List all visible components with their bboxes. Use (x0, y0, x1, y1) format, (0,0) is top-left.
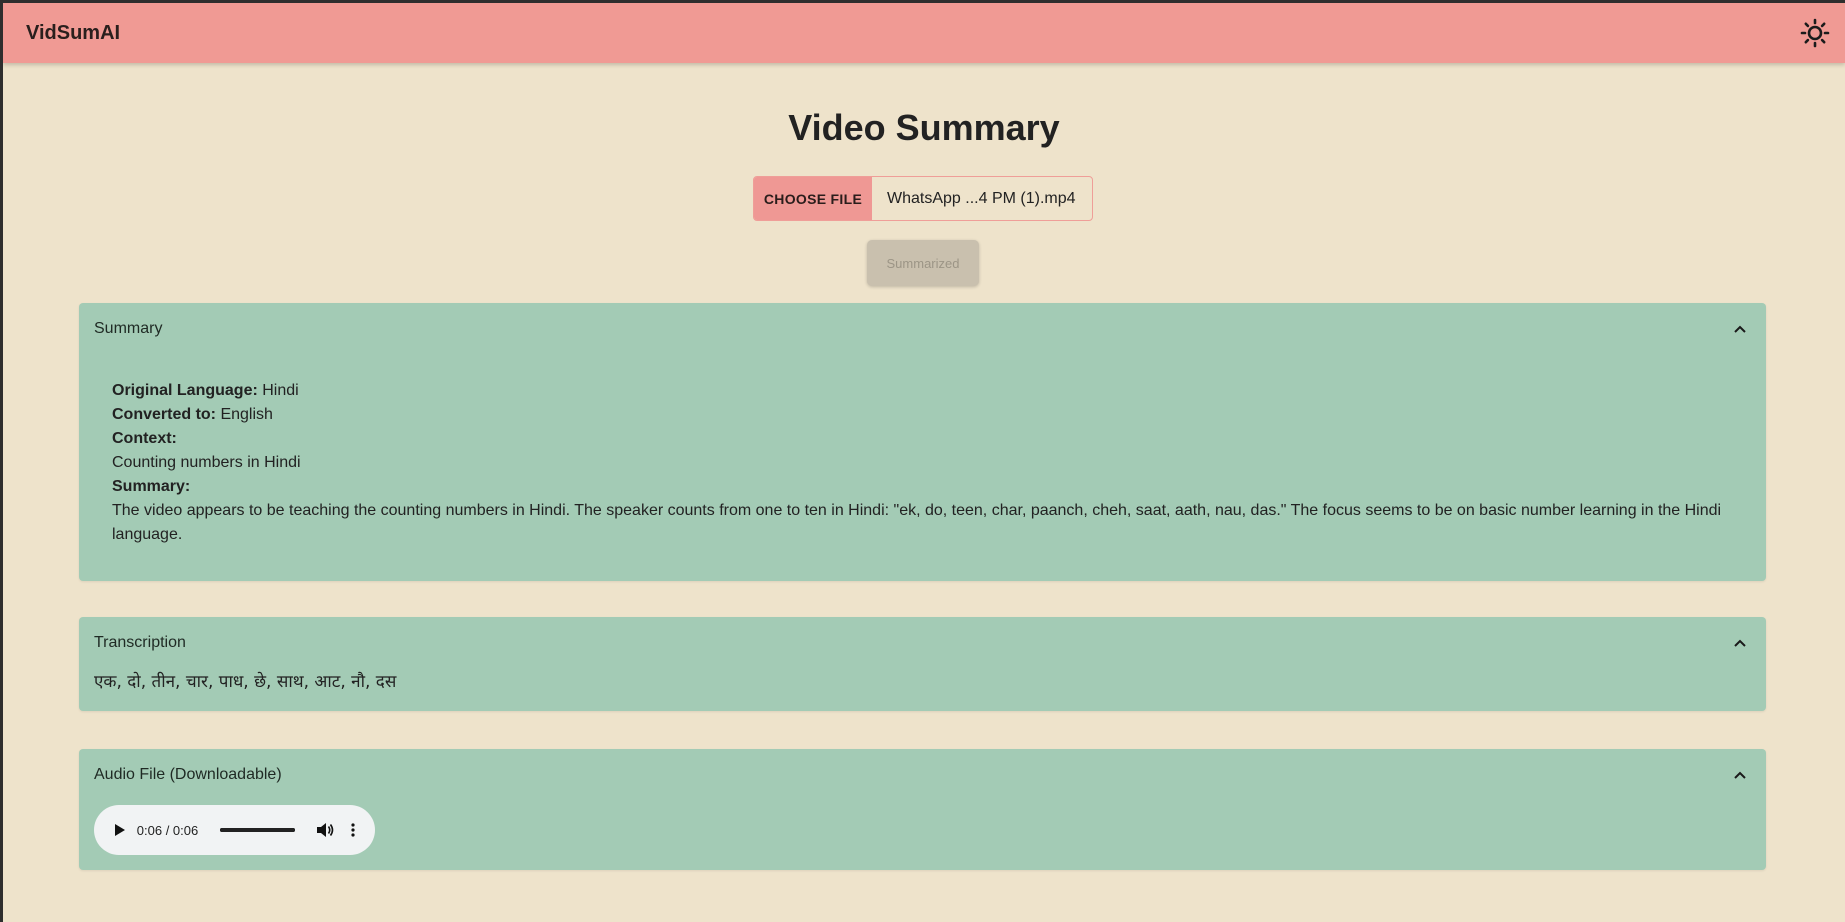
converted-to-value: English (220, 406, 273, 423)
audio-panel-title: Audio File (Downloadable) (94, 766, 282, 783)
transcription-panel-header[interactable]: Transcription (79, 617, 1766, 669)
audio-progress-fill (220, 828, 296, 832)
context-value: Counting numbers in Hindi (112, 454, 301, 471)
audio-player[interactable]: 0:06 / 0:06 (94, 805, 375, 855)
page-title: Video Summary (788, 107, 1060, 148)
summary-panel-title: Summary (94, 320, 163, 337)
summary-panel-header[interactable]: Summary (79, 303, 1766, 355)
summary-panel: Summary Original Language: Hindi Convert… (79, 303, 1766, 581)
audio-panel-header[interactable]: Audio File (Downloadable) (79, 749, 1766, 801)
play-icon[interactable] (110, 820, 130, 840)
summary-label: Summary: (112, 478, 191, 495)
converted-to-row: Converted to: English (112, 403, 1732, 427)
app-brand[interactable]: VidSumAI (26, 22, 120, 45)
context-label: Context: (112, 430, 177, 447)
more-options-icon[interactable] (345, 820, 361, 840)
original-language-label: Original Language: (112, 382, 258, 399)
converted-to-label: Converted to: (112, 406, 216, 423)
transcription-panel-title: Transcription (94, 634, 186, 651)
audio-progress-bar[interactable] (220, 828, 296, 832)
app-bar: VidSumAI (3, 3, 1845, 63)
transcription-panel: Transcription एक, दो, तीन, चार, पाध, छे,… (79, 617, 1766, 711)
chevron-up-icon[interactable] (1728, 763, 1752, 787)
file-picker[interactable]: CHOOSE FILE WhatsApp ...4 PM (1).mp4 (753, 176, 1093, 221)
original-language-value: Hindi (262, 382, 299, 399)
summary-text: The video appears to be teaching the cou… (112, 502, 1722, 543)
volume-icon[interactable] (315, 820, 335, 840)
original-language-row: Original Language: Hindi (112, 379, 1732, 403)
transcription-text: एक, दो, तीन, चार, पाध, छे, साथ, आट, नौ, … (94, 672, 397, 692)
chevron-up-icon[interactable] (1728, 317, 1752, 341)
summarize-button[interactable]: Summarized (867, 240, 979, 286)
app-window: VidSumAI Video Summary CHOOSE FILE Whats… (3, 3, 1845, 922)
chevron-up-icon[interactable] (1728, 631, 1752, 655)
theme-toggle-button[interactable] (1795, 13, 1835, 53)
selected-file-name: WhatsApp ...4 PM (1).mp4 (887, 189, 1076, 207)
audio-panel: Audio File (Downloadable) 0:06 / 0:06 (79, 749, 1766, 870)
choose-file-button[interactable]: CHOOSE FILE (754, 177, 872, 220)
audio-time: 0:06 / 0:06 (136, 822, 199, 838)
sun-icon (1800, 18, 1830, 48)
summary-content: Original Language: Hindi Converted to: E… (79, 355, 1766, 547)
